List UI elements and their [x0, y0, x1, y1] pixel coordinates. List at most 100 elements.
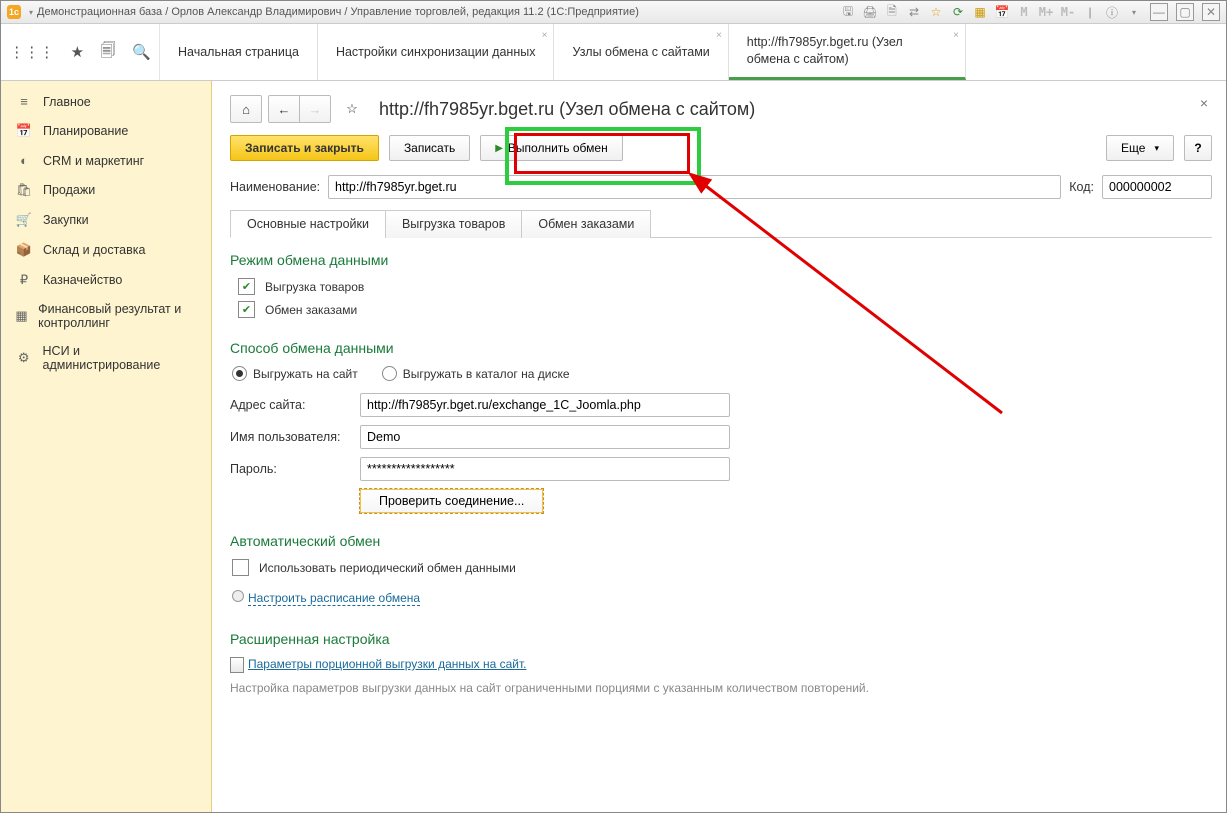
- home-button[interactable]: ⌂: [230, 95, 262, 123]
- more-button[interactable]: Еще▾: [1106, 135, 1174, 161]
- save-close-button[interactable]: Записать и закрыть: [230, 135, 379, 161]
- tab-sync-settings[interactable]: Настройки синхронизации данных ×: [318, 24, 555, 80]
- titlebar-icons: 🖫 🖨 🗎 ⇄ ☆ ⟳ ▦ 📅 M M+ M- | ⓘ ▾ — ▢ ✕: [840, 3, 1220, 21]
- info-icon[interactable]: ⓘ: [1104, 4, 1120, 20]
- addr-input[interactable]: [360, 393, 730, 417]
- tab-goods-export[interactable]: Выгрузка товаров: [385, 210, 522, 238]
- m-icon[interactable]: M: [1016, 4, 1032, 20]
- maximize-button[interactable]: ▢: [1176, 3, 1194, 21]
- sidebar-label: Закупки: [43, 213, 89, 227]
- checkbox-label: Использовать периодический обмен данными: [259, 561, 516, 575]
- schedule-link[interactable]: Настроить расписание обмена: [248, 591, 420, 606]
- section-auto-title: Автоматический обмен: [230, 533, 1212, 549]
- tab-close-icon[interactable]: ×: [716, 30, 722, 41]
- compare-icon[interactable]: ⇄: [906, 4, 922, 20]
- history-icon[interactable]: ⟳: [950, 4, 966, 20]
- app-window: 1c ▾ Демонстрационная база / Орлов Алекс…: [0, 0, 1227, 813]
- sidebar-item-crm[interactable]: ◐CRM и маркетинг: [1, 146, 211, 175]
- star-button[interactable]: ☆: [337, 96, 367, 122]
- tab-close-icon[interactable]: ×: [542, 30, 548, 41]
- minimize-button[interactable]: —: [1150, 3, 1168, 21]
- document-icon: [230, 657, 244, 673]
- tab-label: Настройки синхронизации данных: [336, 44, 536, 60]
- save-icon[interactable]: 🖫: [840, 4, 856, 20]
- sidebar-item-warehouse[interactable]: 📦 Склад и доставка: [1, 235, 211, 265]
- clipboard-icon[interactable]: 🗐: [101, 40, 116, 65]
- apps-icon[interactable]: ⋮⋮⋮: [9, 43, 54, 61]
- calc-icon[interactable]: ▦: [972, 4, 988, 20]
- tab-label: Начальная страница: [178, 44, 299, 60]
- radio-upload-site[interactable]: Выгружать на сайт: [232, 366, 358, 381]
- forward-button[interactable]: →: [300, 95, 331, 123]
- info-caret[interactable]: ▾: [1126, 4, 1142, 20]
- sidebar-label: Финансовый результат и контроллинг: [38, 302, 197, 330]
- radio-upload-disk[interactable]: Выгружать в каталог на диске: [382, 366, 570, 381]
- pass-label: Пароль:: [230, 462, 350, 476]
- print-icon[interactable]: 🖨: [862, 4, 878, 20]
- name-input[interactable]: [328, 175, 1061, 199]
- sidebar-item-main[interactable]: ≡Главное: [1, 87, 211, 116]
- mplus-icon[interactable]: M+: [1038, 4, 1054, 20]
- tab-label: Узлы обмена с сайтами: [572, 44, 709, 60]
- pass-input[interactable]: [360, 457, 730, 481]
- preview-icon[interactable]: 🗎: [884, 4, 900, 20]
- radio-label: Выгружать на сайт: [253, 367, 358, 381]
- currency-icon: ₽: [15, 272, 33, 288]
- page-close-button[interactable]: ×: [1200, 95, 1208, 111]
- tab-basic-settings[interactable]: Основные настройки: [230, 210, 386, 238]
- user-input[interactable]: [360, 425, 730, 449]
- tab-exchange-nodes[interactable]: Узлы обмена с сайтами ×: [554, 24, 728, 80]
- bars-icon: ▦: [15, 308, 28, 324]
- sidebar-item-admin[interactable]: ⚙ НСИ и администрирование: [1, 337, 211, 379]
- name-row: Наименование: Код:: [230, 175, 1212, 199]
- back-button[interactable]: ←: [268, 95, 300, 123]
- bag-icon: 🛍: [15, 182, 33, 198]
- content-area: × ⌂ ← → ☆ http://fh7985yr.bget.ru (Узел …: [212, 81, 1226, 813]
- sidebar-label: Склад и доставка: [43, 243, 145, 257]
- tab-close-icon[interactable]: ×: [953, 30, 959, 41]
- page-title: http://fh7985yr.bget.ru (Узел обмена с с…: [379, 99, 755, 120]
- window-title: Демонстрационная база / Орлов Александр …: [37, 6, 639, 18]
- mminus-icon[interactable]: M-: [1060, 4, 1076, 20]
- sidebar: ≡Главное 📅Планирование ◐CRM и маркетинг …: [1, 81, 212, 813]
- checkbox-label: Выгрузка товаров: [265, 280, 364, 294]
- more-label: Еще: [1121, 141, 1145, 155]
- calendar-icon[interactable]: 📅: [994, 4, 1010, 20]
- search-icon[interactable]: 🔍: [132, 43, 151, 61]
- radio-label: Выгружать в каталог на диске: [403, 367, 570, 381]
- tabbar: ⋮⋮⋮ ★ 🗐 🔍 Начальная страница Настройки с…: [1, 24, 1226, 81]
- sidebar-label: Казначейство: [43, 273, 122, 287]
- form-tabs: Основные настройки Выгрузка товаров Обме…: [230, 209, 1212, 238]
- sidebar-item-finance[interactable]: ▦ Финансовый результат и контроллинг: [1, 295, 211, 337]
- favorites-icon[interactable]: ★: [71, 43, 84, 61]
- save-button[interactable]: Записать: [389, 135, 470, 161]
- schedule-icon: [232, 590, 244, 602]
- checkbox-periodic[interactable]: ✔: [232, 559, 249, 576]
- advanced-note: Настройка параметров выгрузки данных на …: [230, 681, 1212, 695]
- sidebar-label: Планирование: [43, 124, 128, 138]
- code-input[interactable]: [1102, 175, 1212, 199]
- tab-order-exchange[interactable]: Обмен заказами: [521, 210, 651, 238]
- exchange-button[interactable]: ▶ Выполнить обмен: [480, 135, 623, 161]
- box-icon: 📦: [15, 242, 33, 258]
- sidebar-item-purchases[interactable]: 🛒Закупки: [1, 205, 211, 235]
- sidebar-label: НСИ и администрирование: [43, 344, 197, 372]
- section-mode-title: Режим обмена данными: [230, 252, 1212, 268]
- sidebar-item-planning[interactable]: 📅Планирование: [1, 116, 211, 146]
- play-icon: ▶: [495, 143, 503, 154]
- close-button[interactable]: ✕: [1202, 3, 1220, 21]
- tab-current-node[interactable]: http://fh7985yr.bget.ru (Узел обмена с с…: [729, 24, 966, 80]
- caret-icon[interactable]: ▾: [29, 8, 33, 17]
- check-connection-button[interactable]: Проверить соединение...: [360, 489, 543, 513]
- portion-params-link[interactable]: Параметры порционной выгрузки данных на …: [248, 657, 526, 671]
- exchange-label: Выполнить обмен: [508, 141, 608, 155]
- tab-start[interactable]: Начальная страница: [160, 24, 318, 80]
- star-icon[interactable]: ☆: [928, 4, 944, 20]
- help-button[interactable]: ?: [1184, 135, 1212, 161]
- checkbox-export-goods[interactable]: ✔: [238, 278, 255, 295]
- checkbox-order-exchange[interactable]: ✔: [238, 301, 255, 318]
- sidebar-item-sales[interactable]: 🛍Продажи: [1, 175, 211, 205]
- sidebar-item-treasury[interactable]: ₽ Казначейство: [1, 265, 211, 295]
- gear-icon: ⚙: [15, 350, 33, 366]
- home-icon: ≡: [15, 94, 33, 109]
